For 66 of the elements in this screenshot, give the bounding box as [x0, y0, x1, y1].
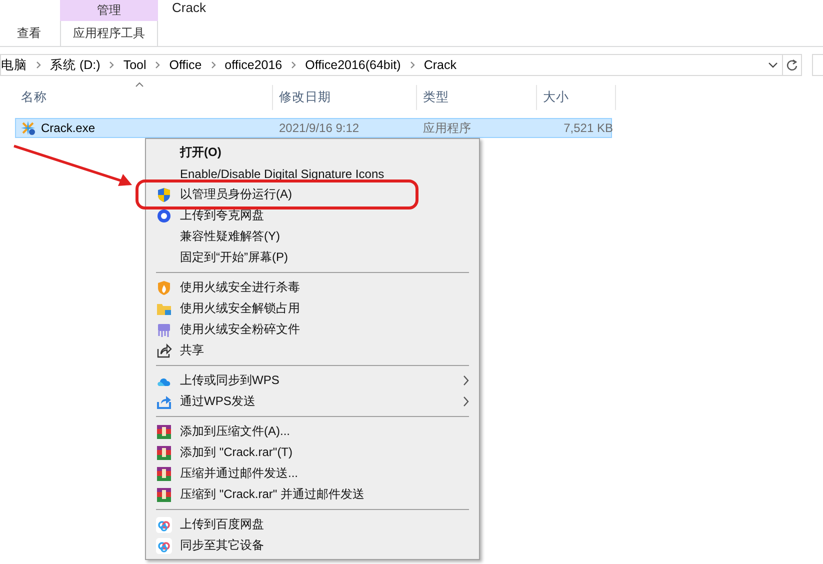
column-header[interactable]: 大小: [536, 85, 616, 110]
address-bar[interactable]: 电脑 系统 (D:) Tool Office office2016 Office2016(64bit) Crack: [0, 54, 784, 76]
breadcrumb[interactable]: Office: [169, 58, 202, 72]
share-arrow-icon: [156, 394, 172, 410]
cloud-ring-icon: [156, 538, 172, 554]
menu-item[interactable]: 添加到 "Crack.rar"(T): [146, 442, 479, 463]
column-header[interactable]: 名称: [15, 85, 272, 110]
shield-icon: [156, 186, 172, 202]
breadcrumb[interactable]: 系统 (D:): [50, 56, 100, 74]
menu-item[interactable]: 使用火绒安全粉碎文件: [146, 319, 479, 340]
archive-icon: [156, 444, 172, 460]
refresh-button[interactable]: [783, 54, 802, 76]
menu-item[interactable]: 压缩并通过邮件发送...: [146, 463, 479, 484]
star-icon: [20, 120, 36, 136]
cloud-ring-icon: [156, 516, 172, 532]
shredder-icon: [156, 322, 172, 338]
menu-item[interactable]: Enable/Disable Digital Signature Icons: [146, 163, 479, 184]
window-title: Crack: [172, 0, 206, 17]
archive-icon: [156, 486, 172, 502]
chevron-icon: [109, 61, 114, 69]
ribbon-tab[interactable]: 查看: [0, 21, 60, 46]
menu-item[interactable]: 同步至其它设备: [146, 535, 479, 556]
file-name: Crack.exe: [41, 121, 96, 135]
column-header[interactable]: 修改日期: [272, 85, 416, 110]
menu-item[interactable]: 共享: [146, 340, 479, 361]
chevron-icon: [155, 61, 160, 69]
breadcrumb[interactable]: office2016: [224, 58, 282, 72]
column-header[interactable]: 类型: [416, 85, 536, 110]
menu-item[interactable]: 添加到压缩文件(A)...: [146, 421, 479, 442]
breadcrumb[interactable]: 电脑: [1, 56, 27, 74]
archive-icon: [156, 466, 172, 482]
chevron-icon: [291, 61, 296, 69]
column-label: 大小: [543, 89, 569, 106]
search-field[interactable]: [812, 54, 823, 76]
tab-group-header: 管理: [60, 0, 158, 21]
chevron-icon: [210, 61, 216, 69]
menu-item[interactable]: 通过WPS发送: [146, 391, 479, 412]
chevron-icon: [410, 61, 415, 69]
menu-item[interactable]: 打开(O): [146, 142, 479, 163]
chevron-icon: [36, 61, 41, 69]
flame-shield-icon: [156, 280, 172, 296]
ring-icon: [156, 208, 172, 224]
share-icon: [156, 342, 172, 358]
menu-item[interactable]: 上传到百度网盘: [146, 514, 479, 535]
date-cell-text: 2021/9/16 9:12: [278, 120, 360, 137]
file-row[interactable]: Crack.exe 2021/9/16 9:12 应用程序 7,521 KB: [15, 118, 612, 138]
menu-item[interactable]: 使用火绒安全解锁占用: [146, 298, 479, 319]
ribbon-tab[interactable]: 应用程序工具: [60, 21, 158, 46]
menu-item[interactable]: 兼容性疑难解答(Y): [146, 226, 479, 247]
menu-item[interactable]: 压缩到 "Crack.rar" 并通过邮件发送: [146, 484, 479, 505]
type-cell-text: 应用程序: [422, 120, 472, 136]
column-label: 修改日期: [279, 89, 331, 106]
dropdown-icon[interactable]: [768, 62, 778, 68]
column-label: 名称: [21, 89, 47, 106]
menu-item[interactable]: 使用火绒安全进行杀毒: [146, 277, 479, 298]
size-cell-text: 7,521 KB: [562, 120, 613, 137]
refresh-icon: [786, 58, 798, 72]
breadcrumb[interactable]: Tool: [123, 58, 146, 72]
archive-icon: [156, 424, 172, 440]
menu-item[interactable]: 上传或同步到WPS: [146, 370, 479, 391]
menu-item[interactable]: 固定到“开始”屏幕(P): [146, 247, 479, 268]
breadcrumb[interactable]: Crack: [424, 58, 456, 72]
menu-item[interactable]: 上传到夸克网盘: [146, 205, 479, 226]
column-label: 类型: [423, 89, 449, 106]
menu-item[interactable]: 以管理员身份运行(A): [146, 184, 479, 205]
breadcrumb[interactable]: Office2016(64bit): [305, 58, 401, 72]
